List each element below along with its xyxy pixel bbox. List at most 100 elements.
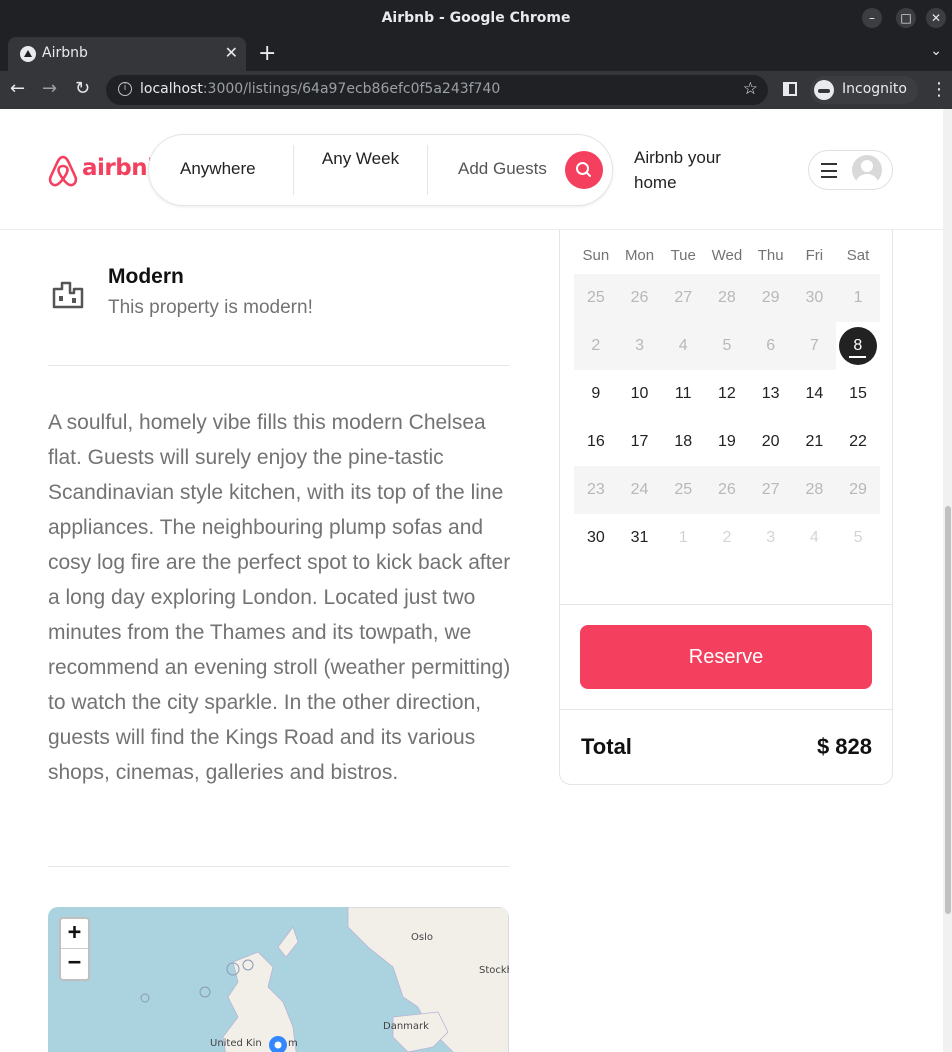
- total-label: Total: [581, 734, 632, 759]
- calendar-day[interactable]: 11: [661, 370, 705, 418]
- side-panel-icon[interactable]: [783, 82, 797, 96]
- minimize-button[interactable]: –: [862, 8, 882, 28]
- reserve-button[interactable]: Reserve: [580, 625, 872, 689]
- calendar-day[interactable]: 17: [618, 418, 662, 466]
- card-divider: [560, 709, 892, 710]
- calendar-day[interactable]: 18: [661, 418, 705, 466]
- building-icon: [52, 281, 84, 309]
- listing-description: A soulful, homely vibe fills this modern…: [48, 411, 511, 784]
- calendar-day[interactable]: 22: [836, 418, 880, 466]
- calendar-day-next-month: 1: [678, 529, 688, 546]
- feature-title: Modern: [108, 265, 184, 288]
- tab-label: Airbnb: [42, 45, 88, 61]
- url-host: localhost: [140, 81, 203, 97]
- zoom-out-button[interactable]: −: [61, 949, 88, 979]
- search-add-guests[interactable]: Add Guests: [458, 159, 547, 179]
- calendar-day-disabled: 26: [630, 289, 649, 306]
- calendar-day-next-month: 5: [853, 529, 863, 546]
- calendar-day-disabled: 4: [678, 337, 688, 354]
- url-text[interactable]: localhost:3000/listings/64a97ecb86efc0f5…: [140, 81, 500, 97]
- new-tab-button[interactable]: +: [258, 41, 276, 66]
- site-info-icon[interactable]: i: [118, 82, 132, 96]
- calendar-selected-cell: 8: [836, 322, 880, 370]
- calendar-week-row: 2 3 4 5 6 7: [574, 322, 836, 370]
- reload-icon[interactable]: ↻: [75, 78, 90, 99]
- forward-arrow-icon[interactable]: →: [42, 78, 57, 99]
- search-button[interactable]: [565, 151, 603, 189]
- calendar-day-disabled: 2: [591, 337, 601, 354]
- tab-airbnb[interactable]: Airbnb ✕: [8, 37, 246, 71]
- calendar-day-disabled: 25: [674, 481, 693, 498]
- reservation-card: Sun Mon Tue Wed Thu Fri Sat 25 26 27 28 …: [559, 169, 893, 785]
- user-menu-button[interactable]: [808, 150, 893, 190]
- map-label-stockholm: Stockh: [479, 965, 509, 976]
- calendar-week-row: 23 24 25 26 27 28 29: [574, 466, 880, 514]
- close-window-button[interactable]: ✕: [926, 8, 946, 28]
- weekday-label: Fri: [805, 247, 824, 264]
- selected-day-number: 8: [853, 337, 863, 354]
- calendar-day[interactable]: 12: [705, 370, 749, 418]
- calendar-day-disabled: 25: [586, 289, 605, 306]
- card-divider: [560, 604, 892, 605]
- calendar-day[interactable]: 20: [749, 418, 793, 466]
- incognito-icon: [814, 80, 834, 100]
- calendar-day-disabled: 24: [630, 481, 649, 498]
- calendar-week-row: 30 31 1 2 3 4 5: [574, 514, 880, 562]
- airbnb-your-home-link[interactable]: Airbnb your home: [634, 145, 754, 195]
- tab-search-chevron-icon[interactable]: ⌄: [930, 43, 942, 59]
- calendar-day[interactable]: 15: [836, 370, 880, 418]
- calendar-day[interactable]: 30: [574, 514, 618, 562]
- search-any-week[interactable]: Any Week: [294, 146, 427, 171]
- weekday-label: Wed: [711, 247, 743, 264]
- calendar-day[interactable]: 13: [749, 370, 793, 418]
- airbnb-logo[interactable]: airbnb: [47, 153, 164, 189]
- maximize-button[interactable]: □: [896, 8, 916, 28]
- window-title: Airbnb - Google Chrome: [381, 10, 571, 26]
- weekday-label: Tue: [670, 247, 696, 264]
- scrollbar-thumb[interactable]: [945, 506, 951, 914]
- zoom-in-button[interactable]: +: [61, 919, 88, 949]
- map-label-uk-tail: m: [288, 1038, 298, 1049]
- calendar-day[interactable]: 19: [705, 418, 749, 466]
- calendar-day-disabled: 29: [849, 481, 867, 498]
- calendar-day[interactable]: 9: [574, 370, 618, 418]
- url-path: :3000/listings/64a97ecb86efc0f5a243f740: [202, 81, 501, 97]
- calendar-day[interactable]: 10: [618, 370, 662, 418]
- calendar-day-disabled: 28: [805, 481, 824, 498]
- calendar-day[interactable]: 21: [793, 418, 837, 466]
- page-viewport: airbnb Anywhere Any Week Add Guests Airb…: [0, 109, 943, 1052]
- calendar-day[interactable]: 14: [793, 370, 837, 418]
- weekday-label: Sun: [582, 247, 610, 264]
- calendar-day-disabled: 26: [718, 481, 736, 498]
- address-bar[interactable]: i localhost:3000/listings/64a97ecb86efc0…: [106, 75, 768, 105]
- map-label-danmark: Danmark: [383, 1021, 429, 1032]
- search-bar[interactable]: Anywhere Any Week Add Guests: [148, 134, 613, 206]
- calendar-day-disabled: 23: [586, 481, 605, 498]
- calendar-day-disabled: 1: [853, 289, 863, 306]
- airbnb-logo-icon: [48, 155, 78, 187]
- weekday-label: Mon: [624, 247, 655, 264]
- calendar-day[interactable]: 16: [574, 418, 618, 466]
- incognito-indicator[interactable]: Incognito: [810, 76, 918, 104]
- weekday-label: Thu: [757, 247, 784, 264]
- bookmark-star-icon[interactable]: ☆: [743, 79, 758, 99]
- favicon-icon: [20, 46, 36, 62]
- map-tiles: [140, 907, 509, 1052]
- calendar-day-disabled: 6: [766, 337, 776, 354]
- search-anywhere[interactable]: Anywhere: [180, 159, 256, 179]
- calendar-day-selected[interactable]: 8: [836, 322, 880, 370]
- calendar-day-disabled: 28: [718, 289, 736, 306]
- listing-map[interactable]: + − Oslo Stockh Danmark United Kin m: [48, 907, 509, 1052]
- hamburger-menu-icon: [821, 163, 837, 178]
- total-price: $ 828: [816, 734, 872, 759]
- tab-close-icon[interactable]: ✕: [225, 43, 238, 62]
- calendar-day-disabled: 3: [635, 337, 644, 354]
- browser-titlebar: Airbnb - Google Chrome – □ ✕: [0, 0, 952, 37]
- feature-subtitle: This property is modern!: [108, 297, 313, 318]
- section-divider: [48, 866, 509, 867]
- calendar-day-disabled: 30: [805, 289, 824, 306]
- weekday-header-row: Sun Mon Tue Wed Thu Fri Sat: [574, 241, 880, 271]
- calendar-day[interactable]: 31: [618, 514, 662, 562]
- back-arrow-icon[interactable]: ←: [10, 78, 25, 99]
- browser-menu-icon[interactable]: ⋮: [930, 79, 948, 100]
